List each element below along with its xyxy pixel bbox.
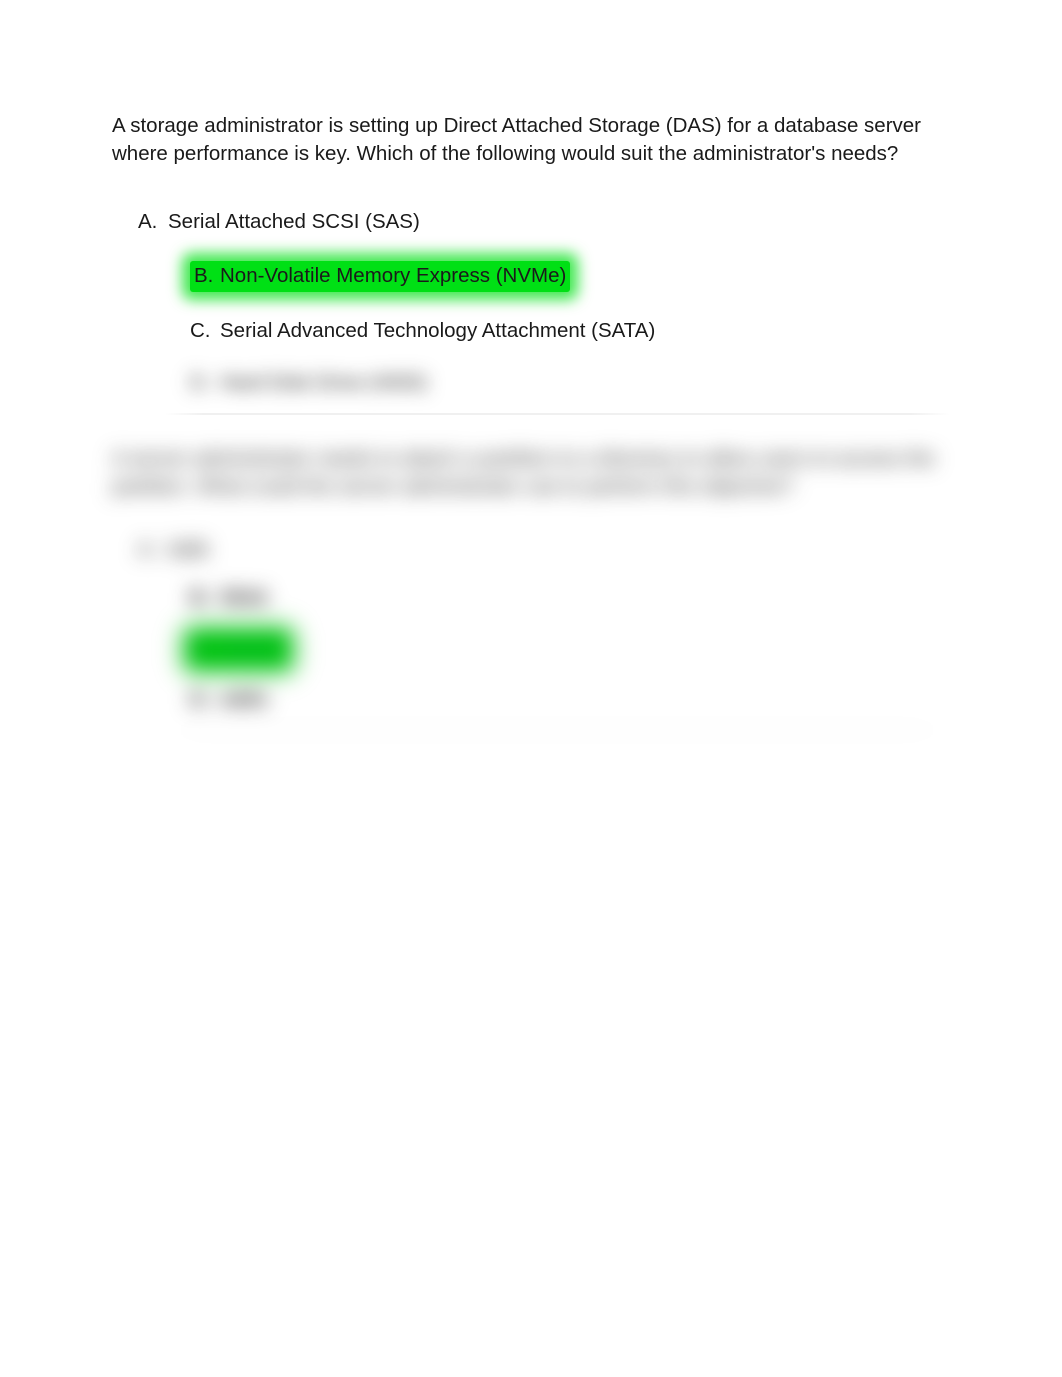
divider	[164, 729, 950, 731]
option-text: Serial Attached SCSI (SAS)	[168, 209, 420, 236]
option-letter: D.	[190, 687, 220, 714]
option-text: Hard Disk Drive (HDD)	[220, 370, 427, 397]
q2-option-b: B. fdisk	[190, 585, 950, 612]
q2-option-c-correct: C. mount	[190, 634, 950, 665]
question-1-prompt: A storage administrator is setting up Di…	[112, 112, 950, 169]
option-text: mount	[222, 636, 279, 663]
option-text: lsblk	[168, 537, 209, 564]
option-letter: C.	[192, 636, 222, 663]
option-text: fdisk	[220, 585, 268, 612]
q2-suboptions: B. fdisk C. mount D. mkfs	[190, 585, 950, 713]
q2-correct-highlight: C. mount	[190, 634, 287, 665]
option-letter: D.	[190, 370, 220, 397]
option-letter: A.	[138, 209, 168, 236]
q1-suboptions: B. Non-Volatile Memory Express (NVMe) C.…	[190, 261, 950, 397]
option-text: Non-Volatile Memory Express (NVMe)	[220, 263, 566, 290]
q1-option-a: A. Serial Attached SCSI (SAS)	[138, 209, 950, 236]
question-2-prompt-blurred: A server administrator needs to attach a…	[112, 445, 950, 502]
question-1-options: A. Serial Attached SCSI (SAS) B. Non-Vol…	[138, 209, 950, 398]
divider	[164, 413, 950, 415]
document-page: A storage administrator is setting up Di…	[0, 0, 1062, 731]
q2-option-a: A. lsblk	[138, 537, 950, 564]
q2-option-d: D. mkfs	[190, 687, 950, 714]
q1-option-c: C. Serial Advanced Technology Attachment…	[190, 318, 950, 345]
option-letter: C.	[190, 318, 220, 345]
option-letter: B.	[190, 263, 220, 290]
option-letter: A.	[138, 537, 168, 564]
q1-option-d-blurred: D. Hard Disk Drive (HDD)	[190, 370, 950, 397]
question-2-options-blurred: A. lsblk B. fdisk C. mount D. mkfs	[138, 537, 950, 714]
option-letter: B.	[190, 585, 220, 612]
option-text: mkfs	[220, 687, 268, 714]
q1-option-b-correct: B. Non-Volatile Memory Express (NVMe)	[190, 261, 570, 292]
option-text: Serial Advanced Technology Attachment (S…	[220, 318, 655, 345]
